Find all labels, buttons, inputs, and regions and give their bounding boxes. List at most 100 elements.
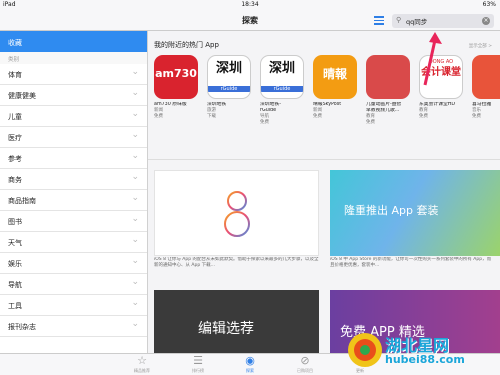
app-icon[interactable]: am730 (154, 55, 198, 99)
ios8-logo (224, 191, 250, 237)
ios8-banner[interactable] (154, 170, 319, 256)
list-view-icon[interactable] (374, 16, 384, 25)
status-bar: iPad 18:34 63% (0, 0, 500, 10)
app-icon-subtitle: rGuide (208, 86, 250, 92)
chevron-down-icon: ⌄ (131, 214, 139, 224)
purchased-icon: ⊘ (300, 354, 310, 367)
chevron-down-icon: ⌄ (131, 298, 139, 308)
search-field[interactable]: ⚲ × (392, 14, 494, 28)
bundle-title: 隆重推出 App 套装 (344, 204, 439, 217)
sidebar-item-label: 体育 (8, 71, 22, 79)
chevron-down-icon: ⌄ (131, 130, 139, 140)
app-icon[interactable] (366, 55, 410, 99)
app-tile[interactable]: 喜马拉雅 音乐 免费 (472, 55, 500, 141)
watermark: 湖北星网 hubei88.com (345, 328, 495, 373)
sidebar-item[interactable]: 儿童 ⌄ (0, 106, 147, 127)
nav-bar: 探索 ⚲ × (0, 10, 500, 31)
sidebar-item[interactable]: 医疗 ⌄ (0, 127, 147, 148)
app-price: 免费 (260, 120, 269, 125)
chevron-down-icon: ⌄ (131, 319, 139, 329)
sidebar-item[interactable]: 工具 ⌄ (0, 295, 147, 316)
app-price: 免费 (419, 114, 428, 119)
sidebar-item[interactable]: 天气 ⌄ (0, 232, 147, 253)
tab-label: 已购项目 (297, 368, 313, 373)
bundle-caption: iOS 8 中 App Store 的新功能，让你可一次性购买一系列套装中的所有… (330, 257, 492, 268)
sidebar-item-label: 商务 (8, 176, 22, 184)
star-icon: ☆ (137, 354, 147, 367)
tab-label: 探索 (246, 368, 254, 373)
sidebar-item[interactable]: 体育 ⌄ (0, 64, 147, 85)
sidebar-item-label: 娱乐 (8, 260, 22, 268)
tab-purchased[interactable]: ⊘ 已购项目 (287, 355, 323, 374)
sidebar-item-label: 报刊杂志 (8, 323, 36, 331)
app-tile[interactable]: 晴報 晴報SkyPost 新闻 免费 (313, 55, 361, 141)
chevron-down-icon: ⌄ (131, 235, 139, 245)
editors-choice-banner[interactable]: 编辑选荐 (154, 290, 319, 353)
sidebar-item[interactable]: 商务 ⌄ (0, 169, 147, 190)
sidebar-item-label: 商品指南 (8, 197, 36, 205)
watermark-url: hubei88.com (385, 353, 465, 366)
app-icon[interactable]: 晴報 (313, 55, 357, 99)
app-tile[interactable]: 深圳 rGuide 深圳地铁-rGuide 导航 免费 (260, 55, 308, 141)
category-sidebar: 收藏 类别 体育 ⌄ 健康健美 ⌄ 儿童 ⌄ 医疗 ⌄ 参考 ⌄ 商务 ⌄ 商品指南 ⌄ 图书 ⌄ 天气 ⌄ 娱乐 ⌄… (0, 31, 148, 353)
app-price: 下载 (207, 114, 216, 119)
section-title: 我的附近的热门 App (154, 41, 219, 49)
chevron-down-icon: ⌄ (131, 67, 139, 77)
app-price: 免费 (472, 114, 481, 119)
sidebar-item[interactable]: 参考 ⌄ (0, 148, 147, 169)
clear-icon[interactable]: × (482, 17, 490, 25)
app-icon[interactable]: 深圳 rGuide (207, 55, 251, 99)
ios8-caption: iOS 8 让你与 App 的配合从未如此默契。借助于探索以来最多的几大步骤，以… (154, 257, 319, 268)
editors-choice-title: 编辑选荐 (198, 321, 254, 337)
app-icon-subtitle: rGuide (261, 86, 303, 92)
search-icon: ⚲ (396, 16, 402, 24)
list-icon: ☰ (193, 354, 203, 367)
divider (148, 159, 500, 160)
chevron-down-icon: ⌄ (131, 151, 139, 161)
search-input[interactable] (406, 14, 478, 28)
app-icon-text: am730 (155, 67, 197, 80)
category-section-label: 类别 (0, 52, 147, 64)
chevron-down-icon: ⌄ (131, 88, 139, 98)
sidebar-item-label: 图书 (8, 218, 22, 226)
app-price: 免费 (366, 120, 375, 125)
sidebar-item-favorites[interactable]: 收藏 (0, 31, 147, 52)
clock: 18:34 (241, 1, 259, 8)
battery-level: 63% (482, 1, 496, 8)
chevron-down-icon: ⌄ (131, 277, 139, 287)
tab-label: 排行榜 (192, 368, 204, 373)
sidebar-item-label: 儿童 (8, 113, 22, 121)
sidebar-item[interactable]: 报刊杂志 ⌄ (0, 316, 147, 337)
sidebar-item[interactable]: 导航 ⌄ (0, 274, 147, 295)
app-tile[interactable]: 儿童动画片-益智 早教视频儿歌... 教育 免费 (366, 55, 414, 141)
app-tile[interactable]: am730 am730 原味版 新闻 免费 (154, 55, 202, 141)
sidebar-item-label: 天气 (8, 239, 22, 247)
compass-icon: ◉ (245, 354, 255, 367)
tab-compass[interactable]: ◉ 探索 (232, 355, 268, 374)
chevron-down-icon: ⌄ (131, 256, 139, 266)
sidebar-item[interactable]: 商品指南 ⌄ (0, 190, 147, 211)
sidebar-item-label: 工具 (8, 302, 22, 310)
sidebar-item[interactable]: 图书 ⌄ (0, 211, 147, 232)
tab-star[interactable]: ☆ 精品推荐 (124, 355, 160, 374)
app-tile[interactable]: 深圳 rGuide 深圳地铁 旅游 下载 (207, 55, 255, 141)
sidebar-item-label: 参考 (8, 155, 22, 163)
app-icon-text: 晴報 (322, 67, 347, 81)
app-icon[interactable] (472, 55, 500, 99)
sidebar-item-label: 医疗 (8, 134, 22, 142)
chevron-down-icon: ⌄ (131, 172, 139, 182)
app-icon-text: 深圳 (215, 61, 242, 76)
app-bundle-banner[interactable]: 隆重推出 App 套装 (330, 170, 500, 256)
watermark-logo (348, 333, 382, 367)
app-price: 免费 (313, 114, 322, 119)
tab-list[interactable]: ☰ 排行榜 (180, 355, 216, 374)
annotation-arrow-icon (423, 32, 442, 86)
show-all-link[interactable]: 显示全部 > (469, 43, 492, 49)
app-icon[interactable]: 深圳 rGuide (260, 55, 304, 99)
sidebar-item-label: 导航 (8, 281, 22, 289)
app-price: 免费 (154, 114, 163, 119)
sidebar-item[interactable]: 健康健美 ⌄ (0, 85, 147, 106)
tab-label: 精品推荐 (134, 368, 150, 373)
sidebar-item[interactable]: 娱乐 ⌄ (0, 253, 147, 274)
chevron-down-icon: ⌄ (131, 193, 139, 203)
